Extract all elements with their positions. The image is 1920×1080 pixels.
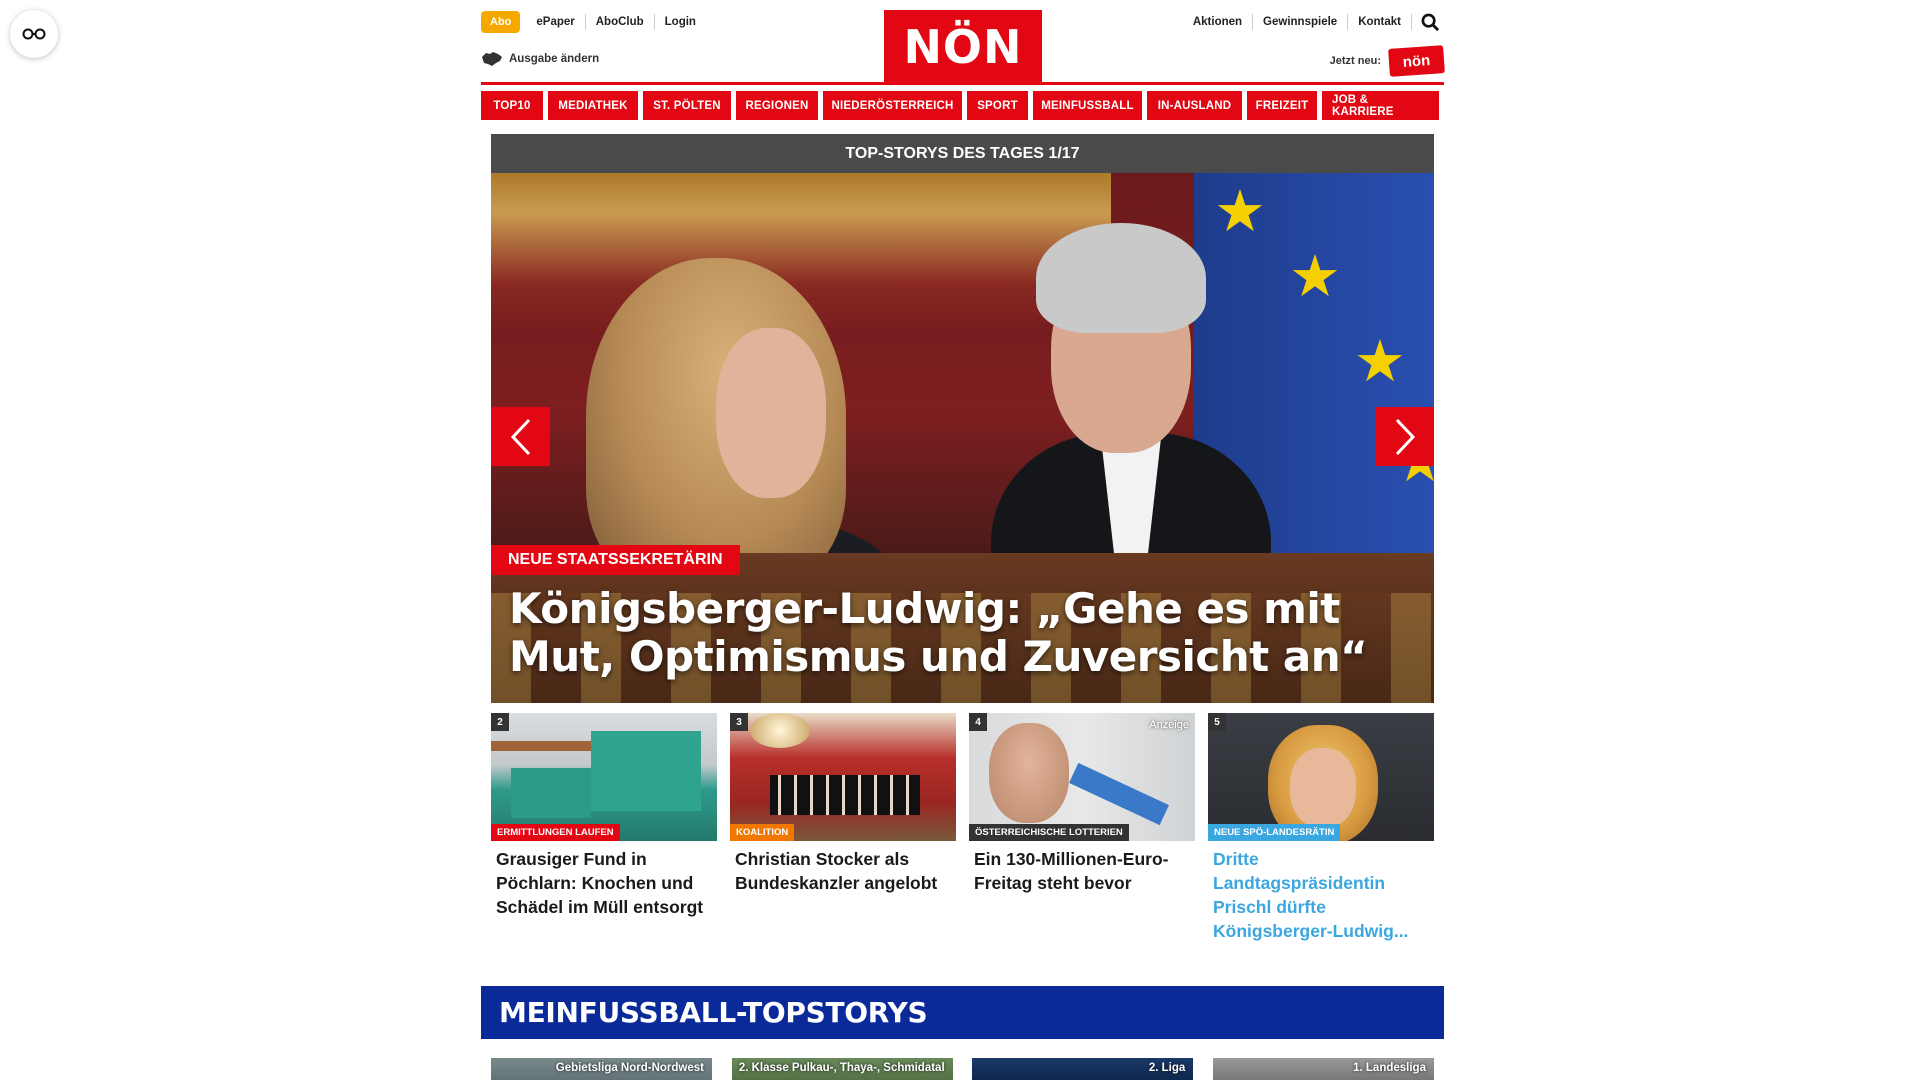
- reader-mode-button[interactable]: [10, 10, 58, 58]
- site-header: Abo ePaper AboClub Login Ausgabe ändern …: [481, 0, 1445, 86]
- story-kicker: ERMITTLUNGEN LAUFEN: [491, 824, 620, 841]
- football-section-heading[interactable]: MEINFUSSBALL-TOPSTORYS: [481, 986, 1444, 1039]
- nav-freizeit[interactable]: FREIZEIT: [1247, 91, 1317, 120]
- story-title[interactable]: Dritte Landtagspräsidentin Prischl dürft…: [1208, 847, 1434, 943]
- story-card[interactable]: 3 KOALITION Christian Stocker als Bundes…: [730, 713, 956, 943]
- header-divider: [481, 82, 1444, 85]
- football-cards: Gebietsliga Nord-Nordwest 2. Klasse Pulk…: [491, 1058, 1434, 1080]
- aktionen-link[interactable]: Aktionen: [1183, 14, 1254, 30]
- glasses-icon: [22, 28, 46, 40]
- football-card[interactable]: 2. Liga: [972, 1058, 1194, 1080]
- story-kicker: NEUE SPÖ-LANDESRÄTIN: [1208, 824, 1341, 841]
- noen-logo[interactable]: NÖN: [884, 10, 1042, 83]
- page-container: Abo ePaper AboClub Login Ausgabe ändern …: [481, 0, 1445, 1080]
- story-rank: 4: [969, 713, 987, 731]
- league-label: 2. Klasse Pulkau-, Thaya-, Schmidatal: [738, 1062, 945, 1074]
- story-kicker: ÖSTERREICHISCHE LOTTERIEN: [969, 824, 1129, 841]
- story-title[interactable]: Grausiger Fund in Pöchlarn: Knochen und …: [491, 847, 717, 919]
- league-label: 2. Liga: [1148, 1062, 1186, 1074]
- football-card[interactable]: 2. Klasse Pulkau-, Thaya-, Schmidatal: [731, 1058, 953, 1080]
- nav-sport[interactable]: SPORT: [967, 91, 1028, 120]
- nav-job-karriere[interactable]: JOB & KARRIERE: [1322, 91, 1439, 120]
- lower-austria-map-icon: [482, 52, 502, 66]
- abo-button[interactable]: Abo: [481, 11, 521, 33]
- top-left-links: Abo ePaper AboClub Login: [481, 11, 706, 33]
- story-image: 3 KOALITION: [730, 713, 956, 841]
- story-rank: 5: [1208, 713, 1226, 731]
- chevron-right-icon: [1395, 418, 1415, 455]
- nav-top10[interactable]: TOP10: [481, 91, 543, 120]
- hero-kicker: NEUE STAATSSEKRETÄRIN: [491, 545, 740, 575]
- story-image: 2 ERMITTLUNGEN LAUFEN: [491, 713, 717, 841]
- story-image: 5 NEUE SPÖ-LANDESRÄTIN: [1208, 713, 1434, 841]
- chevron-left-icon: [510, 418, 530, 455]
- story-kicker: KOALITION: [730, 824, 795, 841]
- ausgabe-selector[interactable]: Ausgabe ändern: [481, 51, 599, 67]
- jetzt-neu: Jetzt neu: nön: [1329, 45, 1445, 77]
- slider-prev-button[interactable]: [491, 407, 550, 466]
- story-rank: 3: [730, 713, 748, 731]
- story-card[interactable]: 2 ERMITTLUNGEN LAUFEN Grausiger Fund in …: [491, 713, 717, 943]
- league-label: Gebietsliga Nord-Nordwest: [555, 1062, 704, 1074]
- story-cards: 2 ERMITTLUNGEN LAUFEN Grausiger Fund in …: [491, 713, 1434, 943]
- top-right-links: Aktionen Gewinnspiele Kontakt: [1183, 11, 1444, 33]
- football-card[interactable]: 1. Landesliga: [1212, 1058, 1434, 1080]
- nav-regionen[interactable]: REGIONEN: [736, 91, 818, 120]
- die-kleine-noen-badge[interactable]: nön: [1388, 45, 1445, 77]
- main-nav: TOP10 MEDIATHEK ST. PÖLTEN REGIONEN NIED…: [481, 91, 1444, 120]
- slider-next-button[interactable]: [1375, 407, 1434, 466]
- league-label: 1. Landesliga: [1353, 1062, 1426, 1074]
- hero-slide[interactable]: ★ ★ ★ ★ NEUE STAATSSEKRETÄRIN Königsberg…: [491, 173, 1434, 703]
- search-button[interactable]: [1416, 11, 1444, 33]
- search-icon: [1421, 13, 1439, 31]
- nav-niederoesterreich[interactable]: NIEDERÖSTERREICH: [823, 91, 962, 120]
- epaper-link[interactable]: ePaper: [526, 14, 586, 30]
- football-card[interactable]: Gebietsliga Nord-Nordwest: [491, 1058, 712, 1080]
- nav-in-ausland[interactable]: IN-AUSLAND: [1147, 91, 1242, 120]
- story-rank: 2: [491, 713, 509, 731]
- login-link[interactable]: Login: [655, 14, 706, 30]
- story-card[interactable]: 5 NEUE SPÖ-LANDESRÄTIN Dritte Landtagspr…: [1208, 713, 1434, 943]
- story-card[interactable]: 4 Anzeige ÖSTERREICHISCHE LOTTERIEN Ein …: [969, 713, 1195, 943]
- hero-headline[interactable]: Königsberger-Ludwig: „Gehe es mit Mut, O…: [509, 585, 1409, 681]
- aboclub-link[interactable]: AboClub: [586, 14, 655, 30]
- top-stories-heading: TOP-STORYS DES TAGES 1/17: [491, 134, 1434, 173]
- nav-st-poelten[interactable]: ST. PÖLTEN: [643, 91, 731, 120]
- kontakt-link[interactable]: Kontakt: [1348, 14, 1412, 30]
- ausgabe-label: Ausgabe ändern: [509, 53, 600, 65]
- story-title[interactable]: Ein 130-Millionen-Euro-Freitag steht bev…: [969, 847, 1195, 895]
- nav-meinfussball[interactable]: MEINFUSSBALL: [1033, 91, 1142, 120]
- anzeige-label: Anzeige: [1149, 719, 1189, 731]
- story-title[interactable]: Christian Stocker als Bundeskanzler ange…: [730, 847, 956, 895]
- gewinnspiele-link[interactable]: Gewinnspiele: [1253, 14, 1349, 30]
- nav-mediathek[interactable]: MEDIATHEK: [548, 91, 638, 120]
- jetzt-label: Jetzt neu:: [1329, 55, 1381, 67]
- story-image: 4 Anzeige ÖSTERREICHISCHE LOTTERIEN: [969, 713, 1195, 841]
